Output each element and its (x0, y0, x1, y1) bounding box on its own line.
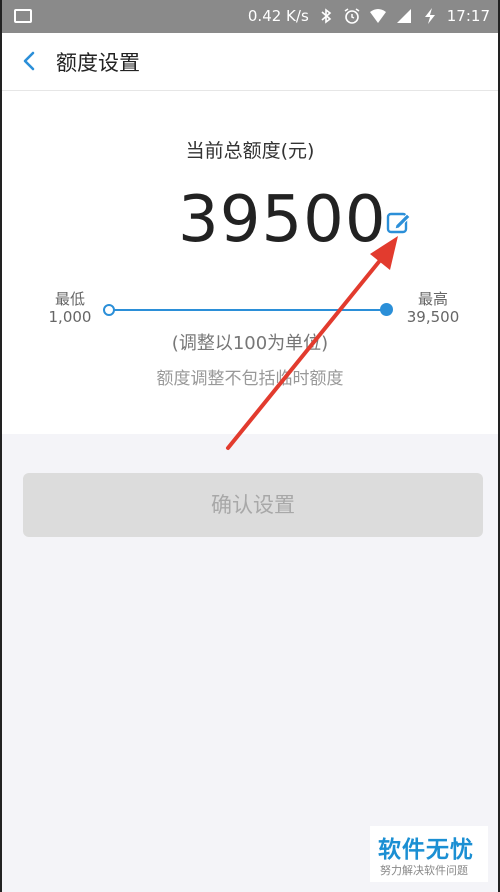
gallery-icon (14, 9, 32, 23)
temporary-limit-note: 额度调整不包括临时额度 (156, 369, 344, 389)
watermark-title: 软件无忧 (378, 837, 474, 863)
min-label: 最低 (54, 290, 85, 308)
charging-icon (424, 8, 435, 24)
confirm-settings-button[interactable]: 确认设置 (23, 473, 483, 537)
status-bar: 0.42 K/s 17:17 (0, 0, 500, 33)
max-label: 最高 (417, 290, 448, 308)
step-hint: (调整以100为单位) (171, 333, 329, 354)
limit-amount: 39500 (178, 183, 387, 257)
page-title: 额度设置 (56, 51, 140, 75)
max-limit: 最高 39,500 (404, 290, 462, 326)
bluetooth-icon (321, 8, 332, 24)
edit-icon[interactable] (384, 208, 412, 236)
min-limit: 最低 1,000 (44, 290, 96, 326)
watermark-logo: 软件无忧 努力解决软件问题 (370, 826, 488, 882)
limit-card: 当前总额度(元) 39500 最低 1,000 最高 39,500 (调整以10… (0, 91, 500, 434)
back-arrow-icon[interactable] (18, 49, 40, 73)
network-speed: 0.42 K/s (247, 7, 309, 25)
slider-handle[interactable] (380, 303, 393, 316)
watermark-subtitle: 努力解决软件问题 (380, 864, 468, 877)
alarm-icon (344, 8, 360, 24)
status-right: 0.42 K/s 17:17 (248, 7, 490, 25)
total-limit-label: 当前总额度(元) (185, 140, 315, 162)
signal-icon (396, 9, 411, 23)
slider-min-knob (103, 304, 115, 316)
max-value: 39,500 (406, 308, 460, 326)
wifi-icon (369, 9, 386, 23)
status-time: 17:17 (446, 7, 490, 25)
limit-slider[interactable] (103, 303, 393, 317)
min-value: 1,000 (48, 308, 92, 326)
slider-track (108, 309, 388, 311)
header: 额度设置 (0, 33, 500, 91)
